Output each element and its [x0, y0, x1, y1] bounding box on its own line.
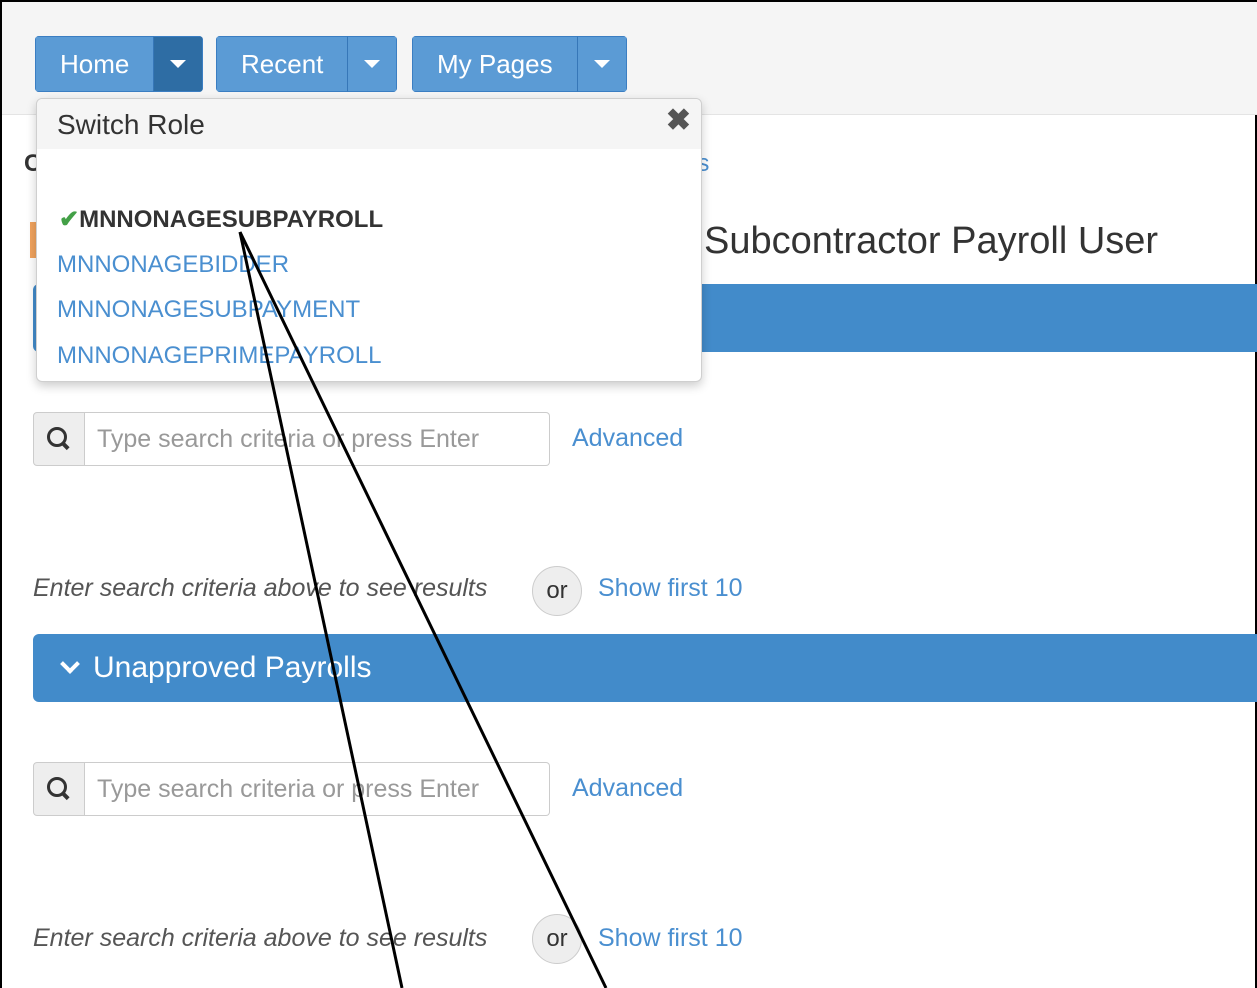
- role-item[interactable]: MNNONAGEPRIMEPAYROLL: [57, 342, 382, 370]
- home-dropdown-toggle[interactable]: [153, 36, 204, 92]
- search-icon: [33, 762, 85, 816]
- show-first-10-link-2[interactable]: Show first 10: [598, 924, 743, 953]
- mypages-button[interactable]: My Pages: [412, 36, 577, 92]
- search-group-1: [33, 412, 550, 466]
- panel-2-title: Unapproved Payrolls: [93, 651, 372, 684]
- search-hint-2: Enter search criteria above to see resul…: [33, 924, 488, 952]
- search-input-1[interactable]: [85, 412, 550, 466]
- show-first-10-link-1[interactable]: Show first 10: [598, 574, 743, 603]
- home-button[interactable]: Home: [35, 36, 154, 92]
- recent-button[interactable]: Recent: [216, 36, 348, 92]
- or-badge-1: or: [532, 566, 582, 616]
- search-hint-1: Enter search criteria above to see resul…: [33, 574, 488, 602]
- search-input-2[interactable]: [85, 762, 550, 816]
- home-button-group: Home: [35, 36, 204, 92]
- recent-button-group: Recent: [216, 36, 398, 92]
- switch-role-dropdown: Switch Role ✖ ✔MNNONAGESUBPAYROLL MNNONA…: [36, 98, 702, 382]
- recent-dropdown-toggle[interactable]: [347, 36, 398, 92]
- role-item[interactable]: MNNONAGESUBPAYMENT: [57, 296, 360, 324]
- switch-role-title: Switch Role: [57, 109, 205, 140]
- panel-header-unapproved-payrolls[interactable]: Unapproved Payrolls: [33, 634, 1257, 702]
- search-group-2: [33, 762, 550, 816]
- role-item-selected[interactable]: ✔MNNONAGESUBPAYROLL: [59, 205, 383, 234]
- role-label: MNNONAGESUBPAYROLL: [79, 206, 384, 233]
- advanced-search-link-2[interactable]: Advanced: [572, 774, 683, 803]
- advanced-search-link-1[interactable]: Advanced: [572, 424, 683, 453]
- mypages-button-group: My Pages: [412, 36, 627, 92]
- mypages-dropdown-toggle[interactable]: [576, 36, 627, 92]
- page-title: Subcontractor Payroll User: [704, 220, 1159, 262]
- role-item[interactable]: MNNONAGEBIDDER: [57, 251, 289, 279]
- close-icon[interactable]: ✖: [666, 103, 691, 138]
- check-icon: ✔: [59, 206, 80, 233]
- chevron-down-icon: [61, 659, 79, 677]
- caret-down-icon: [170, 60, 187, 68]
- or-badge-2: or: [532, 914, 582, 964]
- caret-down-icon: [364, 60, 381, 68]
- caret-down-icon: [593, 60, 610, 68]
- search-icon: [33, 412, 85, 466]
- switch-role-header: Switch Role ✖: [37, 99, 701, 149]
